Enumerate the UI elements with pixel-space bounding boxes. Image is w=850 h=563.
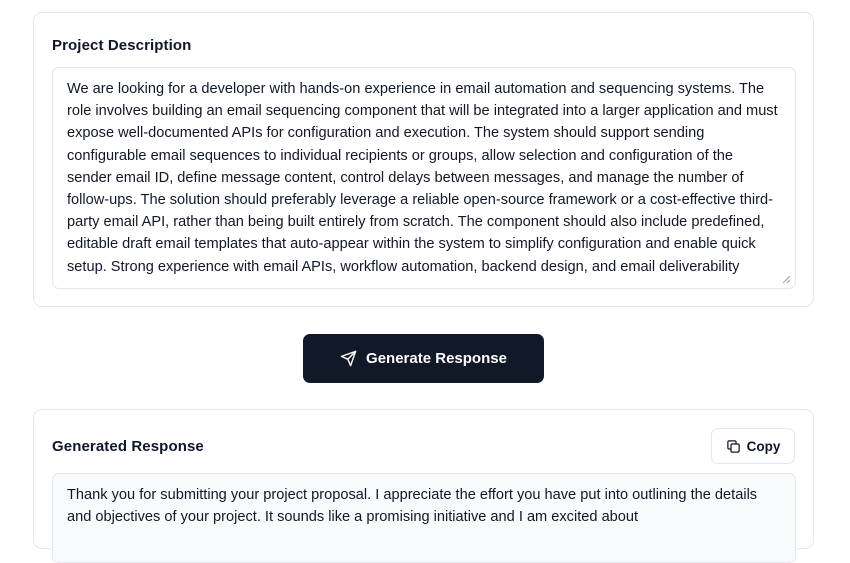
project-description-card: Project Description We are looking for a… [33, 12, 814, 307]
send-icon [340, 350, 357, 367]
copy-label: Copy [746, 438, 781, 454]
generate-response-label: Generate Response [366, 350, 507, 367]
project-description-textarea[interactable]: We are looking for a developer with hand… [52, 67, 796, 289]
generated-response-title: Generated Response [52, 438, 204, 455]
copy-icon [726, 439, 740, 453]
project-description-text: We are looking for a developer with hand… [67, 81, 778, 275]
resize-handle-icon[interactable] [781, 274, 791, 284]
generated-response-card: Generated Response Copy Thank you for su… [33, 409, 814, 563]
project-description-title: Project Description [52, 37, 192, 54]
generated-response-box[interactable]: Thank you for submitting your project pr… [52, 473, 796, 563]
generate-response-button[interactable]: Generate Response [303, 334, 544, 383]
generated-response-text: Thank you for submitting your project pr… [67, 487, 758, 526]
copy-button[interactable]: Copy [711, 428, 795, 464]
